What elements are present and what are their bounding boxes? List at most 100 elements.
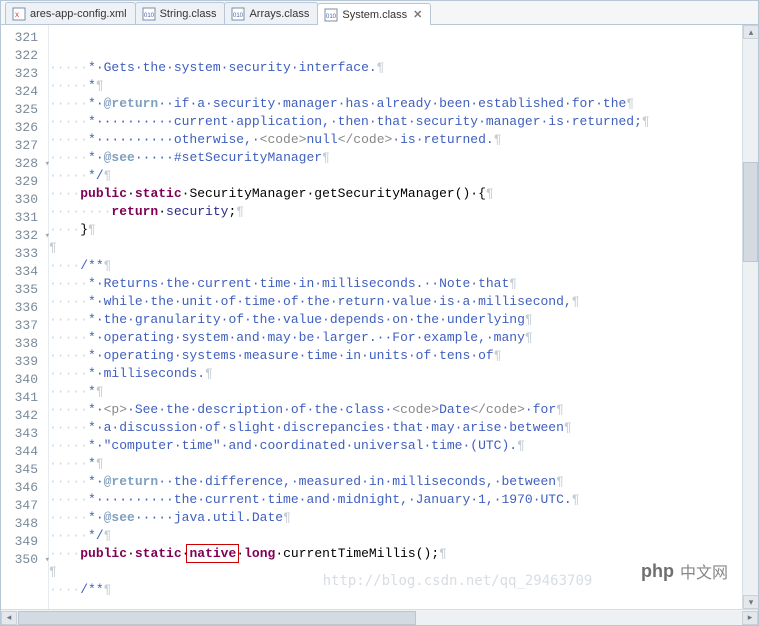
code-line[interactable]: ·····*·"computer·time"·and·coordinated·u… bbox=[49, 437, 758, 455]
code-line[interactable]: ·····*·<p>·See·the·description·of·the·cl… bbox=[49, 401, 758, 419]
code-line[interactable]: ·····*·Gets·the·system·security·interfac… bbox=[49, 59, 758, 77]
class-file-icon: 010 bbox=[324, 8, 338, 22]
line-number-gutter: 3213223233243253263273283293303313323333… bbox=[1, 25, 49, 609]
code-line[interactable]: ¶ bbox=[49, 239, 758, 257]
scroll-down-button[interactable]: ▾ bbox=[743, 595, 758, 609]
code-line[interactable]: ····/**¶ bbox=[49, 581, 758, 599]
code-line[interactable]: ·····*·milliseconds.¶ bbox=[49, 365, 758, 383]
code-token: ¶ bbox=[572, 492, 580, 507]
code-token: ·SecurityManager·getSecurityManager()·{ bbox=[182, 186, 486, 201]
code-line[interactable]: ·····*·while·the·unit·of·time·of·the·ret… bbox=[49, 293, 758, 311]
code-line[interactable]: ·····*··········current·application,·the… bbox=[49, 113, 758, 131]
code-token: ····· bbox=[49, 456, 88, 471]
code-line[interactable]: ¶ bbox=[49, 563, 758, 581]
code-token: *·"computer·time"·and·coordinated·univer… bbox=[88, 438, 517, 453]
horizontal-scrollbar[interactable]: ◂ ▸ bbox=[1, 609, 758, 625]
code-token: ¶ bbox=[49, 240, 57, 255]
line-number: 330 bbox=[1, 191, 48, 209]
code-line[interactable]: ·····*·operating·systems·measure·time·in… bbox=[49, 347, 758, 365]
code-token: ·for bbox=[525, 402, 556, 417]
code-token: @see bbox=[104, 150, 135, 165]
code-line[interactable]: ·····*·@return··the·difference,·measured… bbox=[49, 473, 758, 491]
code-token: *·the·granularity·of·the·value·depends·o… bbox=[88, 312, 525, 327]
code-line[interactable]: ·····*·Returns·the·current·time·in·milli… bbox=[49, 275, 758, 293]
code-token: } bbox=[80, 222, 88, 237]
line-number: 348 bbox=[1, 515, 48, 533]
line-number: 342 bbox=[1, 407, 48, 425]
code-line[interactable]: ·····*·@return··if·a·security·manager·ha… bbox=[49, 95, 758, 113]
editor-tab[interactable]: 010String.class bbox=[135, 2, 226, 24]
vscroll-track[interactable] bbox=[743, 40, 758, 594]
code-token: ¶ bbox=[96, 456, 104, 471]
code-token: @return bbox=[104, 96, 159, 111]
editor-tab[interactable]: 010System.class✕ bbox=[317, 3, 431, 25]
code-token: ¶ bbox=[377, 60, 385, 75]
line-number: 329 bbox=[1, 173, 48, 191]
tab-label: ares-app-config.xml bbox=[30, 8, 127, 20]
code-token: public bbox=[80, 186, 127, 201]
code-line[interactable]: ·····*·operating·system·and·may·be·large… bbox=[49, 329, 758, 347]
code-line[interactable]: ·····*··········the·current·time·and·mid… bbox=[49, 491, 758, 509]
code-line[interactable]: ·····*·@see·····#setSecurityManager¶ bbox=[49, 149, 758, 167]
vertical-scrollbar[interactable]: ▴ ▾ bbox=[742, 25, 758, 609]
code-token: ····· bbox=[49, 60, 88, 75]
line-number: 335 bbox=[1, 281, 48, 299]
code-token: public bbox=[80, 546, 127, 561]
scroll-up-button[interactable]: ▴ bbox=[743, 25, 758, 39]
code-token: ¶ bbox=[564, 420, 572, 435]
code-token: ···· bbox=[49, 582, 80, 597]
code-token: <p> bbox=[104, 402, 127, 417]
line-number: 333 bbox=[1, 245, 48, 263]
hscroll-track[interactable] bbox=[18, 611, 741, 625]
line-number: 349 bbox=[1, 533, 48, 551]
code-line[interactable]: ····}¶ bbox=[49, 221, 758, 239]
code-token: /** bbox=[80, 258, 103, 273]
code-line[interactable]: ····public·static·native·long·currentTim… bbox=[49, 545, 758, 563]
code-line[interactable]: ·····*¶ bbox=[49, 77, 758, 95]
code-token: *· bbox=[88, 474, 104, 489]
code-token: *·Returns·the·current·time·in·millisecon… bbox=[88, 276, 509, 291]
editor-area: 3213223233243253263273283293303313323333… bbox=[1, 25, 758, 609]
scroll-left-button[interactable]: ◂ bbox=[1, 611, 17, 625]
code-line[interactable]: ·····*·a·discussion·of·slight·discrepanc… bbox=[49, 419, 758, 437]
code-line[interactable]: ····/**¶ bbox=[49, 257, 758, 275]
code-line[interactable]: ·····*/¶ bbox=[49, 167, 758, 185]
code-token: <code> bbox=[260, 132, 307, 147]
line-number: 334 bbox=[1, 263, 48, 281]
code-token: ·····java.util.Date bbox=[135, 510, 283, 525]
code-token: ····· bbox=[49, 78, 88, 93]
code-line[interactable]: ·····*¶ bbox=[49, 383, 758, 401]
code-token: null bbox=[306, 132, 337, 147]
close-icon[interactable]: ✕ bbox=[413, 8, 422, 21]
line-number: 345 bbox=[1, 461, 48, 479]
line-number: 337 bbox=[1, 317, 48, 335]
code-token: *··········otherwise,· bbox=[88, 132, 260, 147]
code-token: /** bbox=[80, 582, 103, 597]
line-number: 344 bbox=[1, 443, 48, 461]
code-token: static bbox=[135, 546, 182, 561]
code-token: ¶ bbox=[509, 276, 517, 291]
code-token: ¶ bbox=[556, 402, 564, 417]
code-token: security bbox=[166, 204, 228, 219]
code-line[interactable]: ·····*··········otherwise,·<code>null</c… bbox=[49, 131, 758, 149]
scroll-right-button[interactable]: ▸ bbox=[742, 611, 758, 625]
code-token: ·is·returned. bbox=[392, 132, 493, 147]
code-token: ···· bbox=[49, 546, 80, 561]
code-line[interactable]: ·····*¶ bbox=[49, 455, 758, 473]
code-token: · bbox=[127, 186, 135, 201]
code-line[interactable]: ····public·static·SecurityManager·getSec… bbox=[49, 185, 758, 203]
editor-tab[interactable]: xares-app-config.xml bbox=[5, 2, 136, 24]
code-viewport[interactable]: ·····*·Gets·the·system·security·interfac… bbox=[49, 25, 758, 609]
code-token: ¶ bbox=[517, 438, 525, 453]
code-line[interactable]: ·····*/¶ bbox=[49, 527, 758, 545]
code-token: ¶ bbox=[494, 348, 502, 363]
code-line[interactable]: ·····*·the·granularity·of·the·value·depe… bbox=[49, 311, 758, 329]
code-line[interactable]: ·····*·@see·····java.util.Date¶ bbox=[49, 509, 758, 527]
code-token: ····· bbox=[49, 420, 88, 435]
hscroll-thumb[interactable] bbox=[18, 611, 416, 625]
editor-tab[interactable]: 010Arrays.class bbox=[224, 2, 318, 24]
code-token: ····· bbox=[49, 474, 88, 489]
code-token: static bbox=[135, 186, 182, 201]
code-line[interactable]: ········return·security;¶ bbox=[49, 203, 758, 221]
vscroll-thumb[interactable] bbox=[743, 162, 758, 262]
